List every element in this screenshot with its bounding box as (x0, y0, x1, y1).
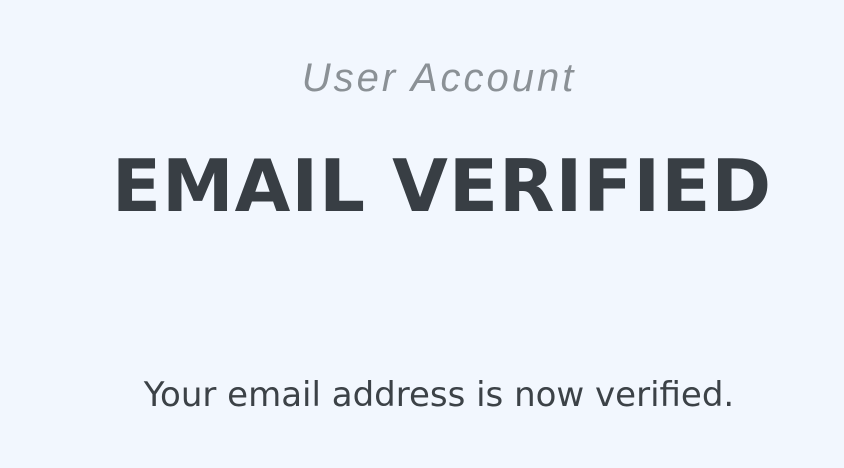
verification-message: Your email address is now verified. (143, 375, 735, 415)
page-title: EMAIL VERIFIED (111, 144, 773, 228)
verification-page: User Account EMAIL VERIFIED Your email a… (0, 0, 844, 468)
page-subtitle: User Account (301, 56, 577, 100)
